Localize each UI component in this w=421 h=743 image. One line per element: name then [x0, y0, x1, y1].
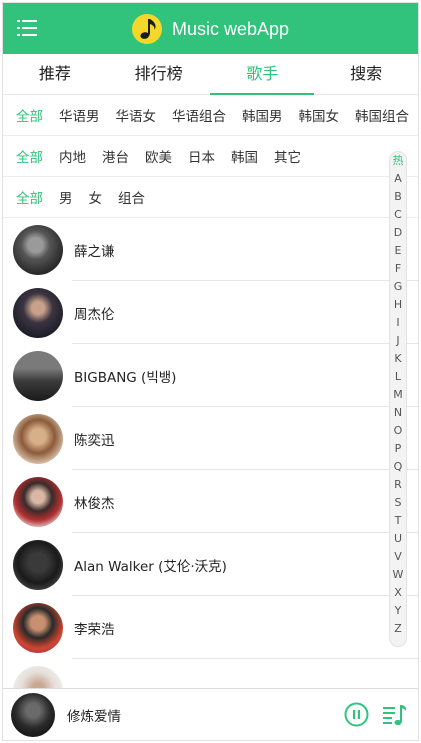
- singer-item[interactable]: 林俊杰: [3, 470, 418, 533]
- singer-avatar: [13, 413, 63, 464]
- music-note-logo-icon: [132, 14, 162, 44]
- brand: Music webApp: [131, 13, 289, 45]
- singer-name: 薛之谦: [74, 243, 115, 260]
- singer-item[interactable]: 陈奕迅: [3, 407, 418, 470]
- index-letter[interactable]: H: [390, 296, 406, 314]
- index-letter[interactable]: V: [390, 548, 406, 566]
- current-song-name: 修炼爱情: [67, 708, 121, 725]
- filter-region-mainland[interactable]: 内地: [59, 146, 86, 166]
- singer-item[interactable]: [3, 659, 418, 688]
- index-letter[interactable]: X: [390, 584, 406, 602]
- index-letter[interactable]: D: [390, 224, 406, 242]
- region-filter: 全部 内地 港台 欧美 日本 韩国 其它: [3, 136, 418, 177]
- index-letter[interactable]: A: [390, 170, 406, 188]
- index-letter[interactable]: I: [390, 314, 406, 332]
- index-letter[interactable]: S: [390, 494, 406, 512]
- singer-item[interactable]: BIGBANG (빅뱅): [3, 344, 418, 407]
- singer-avatar: [13, 665, 63, 688]
- singer-name: 陈奕迅: [74, 432, 115, 449]
- filter-region-all[interactable]: 全部: [16, 146, 43, 166]
- singer-avatar: [13, 224, 63, 275]
- filter-type-all[interactable]: 全部: [16, 187, 43, 207]
- filter-region-hktw[interactable]: 港台: [102, 146, 129, 166]
- index-letter[interactable]: J: [390, 332, 406, 350]
- index-letter[interactable]: N: [390, 404, 406, 422]
- main-tabs: 推荐 排行榜 歌手 搜索: [3, 54, 418, 95]
- index-letter[interactable]: Q: [390, 458, 406, 476]
- singer-avatar: [13, 539, 63, 590]
- singer-name: 李荣浩: [74, 621, 115, 638]
- tab-recommend[interactable]: 推荐: [3, 54, 107, 94]
- album-cover: [11, 692, 55, 737]
- app-frame: Music webApp 推荐 排行榜 歌手 搜索 全部 华语男 华语女 华语组…: [2, 2, 419, 741]
- filter-category-all[interactable]: 全部: [16, 105, 43, 125]
- singer-avatar: [13, 287, 63, 338]
- filter-region-western[interactable]: 欧美: [145, 146, 172, 166]
- index-letter[interactable]: W: [390, 566, 406, 584]
- filter-type-female[interactable]: 女: [89, 187, 103, 207]
- filter-type-group[interactable]: 组合: [118, 187, 145, 207]
- index-letter[interactable]: Y: [390, 602, 406, 620]
- index-letter[interactable]: U: [390, 530, 406, 548]
- singer-avatar: [13, 350, 63, 401]
- alphabet-index[interactable]: 热 A B C D E F G H I J K L M N O P Q R S …: [389, 151, 407, 647]
- index-hot[interactable]: 热: [390, 152, 406, 170]
- index-letter[interactable]: C: [390, 206, 406, 224]
- tab-search[interactable]: 搜索: [314, 54, 418, 94]
- singer-item[interactable]: 周杰伦: [3, 281, 418, 344]
- index-letter[interactable]: L: [390, 368, 406, 386]
- index-letter[interactable]: R: [390, 476, 406, 494]
- index-letter[interactable]: M: [390, 386, 406, 404]
- filter-region-other[interactable]: 其它: [274, 146, 301, 166]
- filter-category-chinese-female[interactable]: 华语女: [116, 105, 157, 125]
- type-filter: 全部 男 女 组合: [3, 177, 418, 218]
- singer-item[interactable]: 薛之谦: [3, 218, 418, 281]
- active-tab-indicator: [210, 93, 314, 95]
- playlist-icon[interactable]: [381, 701, 409, 729]
- filter-category-chinese-group[interactable]: 华语组合: [172, 105, 226, 125]
- filter-category-chinese-male[interactable]: 华语男: [59, 105, 100, 125]
- pause-icon[interactable]: [344, 702, 369, 727]
- singer-list: 薛之谦 周杰伦 BIGBANG (빅뱅) 陈奕迅 林俊杰 Alan Walker…: [3, 218, 418, 688]
- filter-category-korean-group[interactable]: 韩国组合: [355, 105, 409, 125]
- filter-type-male[interactable]: 男: [59, 187, 73, 207]
- mini-player[interactable]: 修炼爱情: [3, 688, 418, 740]
- filter-region-korea[interactable]: 韩国: [231, 146, 258, 166]
- filter-category-korean-male[interactable]: 韩国男: [242, 105, 283, 125]
- index-letter[interactable]: B: [390, 188, 406, 206]
- tab-rank[interactable]: 排行榜: [107, 54, 211, 94]
- singer-item[interactable]: Alan Walker (艾伦·沃克): [3, 533, 418, 596]
- app-header: Music webApp: [3, 3, 418, 54]
- filter-category-korean-female[interactable]: 韩国女: [299, 105, 340, 125]
- singer-name: 周杰伦: [74, 306, 115, 323]
- category-filter: 全部 华语男 华语女 华语组合 韩国男 韩国女 韩国组合: [3, 95, 418, 136]
- index-letter[interactable]: E: [390, 242, 406, 260]
- singer-avatar: [13, 602, 63, 653]
- index-letter[interactable]: T: [390, 512, 406, 530]
- singer-name: Alan Walker (艾伦·沃克): [74, 558, 227, 575]
- index-letter[interactable]: Z: [390, 620, 406, 638]
- index-letter[interactable]: G: [390, 278, 406, 296]
- singer-name: 林俊杰: [74, 495, 115, 512]
- menu-icon[interactable]: [17, 19, 37, 37]
- singer-item[interactable]: 李荣浩: [3, 596, 418, 659]
- index-letter[interactable]: F: [390, 260, 406, 278]
- app-title: Music webApp: [172, 18, 290, 39]
- tab-singer[interactable]: 歌手: [211, 54, 315, 94]
- index-letter[interactable]: K: [390, 350, 406, 368]
- filter-region-japan[interactable]: 日本: [188, 146, 215, 166]
- index-letter[interactable]: P: [390, 440, 406, 458]
- singer-name: BIGBANG (빅뱅): [74, 369, 177, 386]
- singer-avatar: [13, 476, 63, 527]
- index-letter[interactable]: O: [390, 422, 406, 440]
